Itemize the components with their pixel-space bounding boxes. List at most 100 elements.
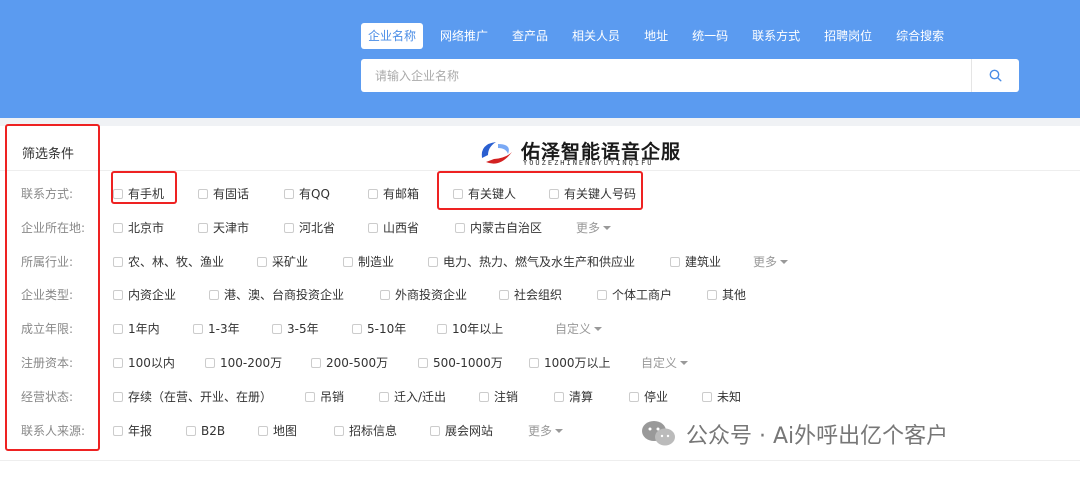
filter-option[interactable]: 未知 — [702, 387, 741, 407]
search-input[interactable] — [361, 59, 971, 92]
checkbox[interactable] — [380, 290, 390, 300]
filter-option[interactable]: 3-5年 — [272, 319, 319, 339]
more-dropdown[interactable]: 更多 — [528, 421, 564, 441]
checkbox[interactable] — [554, 392, 564, 402]
checkbox[interactable] — [334, 426, 344, 436]
filter-option[interactable]: 5-10年 — [352, 319, 406, 339]
filter-option[interactable]: 其他 — [707, 285, 746, 305]
checkbox[interactable] — [284, 189, 294, 199]
filter-option[interactable]: 内资企业 — [113, 285, 176, 305]
filter-option[interactable]: 清算 — [554, 387, 593, 407]
checkbox[interactable] — [343, 257, 353, 267]
filter-option[interactable]: 电力、热力、燃气及水生产和供应业 — [428, 252, 635, 272]
filter-option[interactable]: 内蒙古自治区 — [455, 218, 542, 238]
tab-6[interactable]: 联系方式 — [745, 23, 807, 49]
filter-option[interactable]: 10年以上 — [437, 319, 503, 339]
filter-option[interactable]: 1-3年 — [193, 319, 240, 339]
filter-option[interactable]: 建筑业 — [670, 252, 721, 272]
filter-option[interactable]: 年报 — [113, 421, 152, 441]
checkbox[interactable] — [597, 290, 607, 300]
checkbox[interactable] — [707, 290, 717, 300]
filter-option[interactable]: B2B — [186, 421, 225, 441]
filter-option[interactable]: 外商投资企业 — [380, 285, 467, 305]
checkbox[interactable] — [113, 223, 123, 233]
filter-option[interactable]: 采矿业 — [257, 252, 308, 272]
filter-option[interactable]: 港、澳、台商投资企业 — [209, 285, 344, 305]
checkbox[interactable] — [193, 324, 203, 334]
checkbox[interactable] — [455, 223, 465, 233]
filter-option[interactable]: 有固话 — [198, 184, 249, 204]
filter-option[interactable]: 有邮箱 — [368, 184, 419, 204]
filter-option[interactable]: 1000万以上 — [529, 353, 611, 373]
checkbox[interactable] — [209, 290, 219, 300]
checkbox[interactable] — [198, 223, 208, 233]
checkbox[interactable] — [368, 189, 378, 199]
filter-option[interactable]: 山西省 — [368, 218, 419, 238]
checkbox[interactable] — [629, 392, 639, 402]
filter-option[interactable]: 停业 — [629, 387, 668, 407]
tab-4[interactable]: 地址 — [637, 23, 675, 49]
filter-option[interactable]: 100-200万 — [205, 353, 282, 373]
tab-7[interactable]: 招聘岗位 — [817, 23, 879, 49]
filter-option[interactable]: 存续（在营、开业、在册） — [113, 387, 272, 407]
checkbox[interactable] — [437, 324, 447, 334]
checkbox[interactable] — [311, 358, 321, 368]
custom-dropdown[interactable]: 自定义 — [641, 353, 689, 373]
custom-dropdown[interactable]: 自定义 — [555, 319, 603, 339]
tab-2[interactable]: 查产品 — [505, 23, 555, 49]
filter-option[interactable]: 农、林、牧、渔业 — [113, 252, 224, 272]
tab-5[interactable]: 统一码 — [685, 23, 735, 49]
filter-option[interactable]: 个体工商户 — [597, 285, 672, 305]
tab-3[interactable]: 相关人员 — [565, 23, 627, 49]
checkbox[interactable] — [257, 257, 267, 267]
checkbox[interactable] — [258, 426, 268, 436]
filter-option[interactable]: 制造业 — [343, 252, 394, 272]
filter-option[interactable]: 招标信息 — [334, 421, 397, 441]
checkbox[interactable] — [529, 358, 539, 368]
checkbox[interactable] — [205, 358, 215, 368]
checkbox[interactable] — [418, 358, 428, 368]
checkbox[interactable] — [428, 257, 438, 267]
filter-option[interactable]: 1年内 — [113, 319, 160, 339]
tab-8[interactable]: 综合搜索 — [889, 23, 951, 49]
checkbox[interactable] — [284, 223, 294, 233]
checkbox[interactable] — [113, 257, 123, 267]
checkbox[interactable] — [352, 324, 362, 334]
checkbox[interactable] — [702, 392, 712, 402]
filter-option[interactable]: 社会组织 — [499, 285, 562, 305]
filter-option[interactable]: 迁入/迁出 — [379, 387, 446, 407]
tab-0[interactable]: 企业名称 — [361, 23, 424, 49]
checkbox[interactable] — [272, 324, 282, 334]
filter-option-label: 采矿业 — [272, 255, 309, 269]
checkbox[interactable] — [113, 392, 123, 402]
tab-1[interactable]: 网络推广 — [433, 23, 495, 49]
watermark-text: 公众号 · Ai外呼出亿个客户 — [686, 424, 949, 449]
checkbox[interactable] — [305, 392, 315, 402]
checkbox[interactable] — [186, 426, 196, 436]
checkbox[interactable] — [113, 290, 123, 300]
filter-option[interactable]: 吊销 — [305, 387, 344, 407]
filter-option[interactable]: 有QQ — [284, 184, 330, 204]
filter-option[interactable]: 展会网站 — [430, 421, 493, 441]
filter-option[interactable]: 天津市 — [198, 218, 249, 238]
checkbox[interactable] — [430, 426, 440, 436]
checkbox[interactable] — [670, 257, 680, 267]
checkbox[interactable] — [368, 223, 378, 233]
more-dropdown[interactable]: 更多 — [753, 252, 789, 272]
filter-option[interactable]: 北京市 — [113, 218, 164, 238]
filter-option[interactable]: 地图 — [258, 421, 297, 441]
checkbox[interactable] — [113, 358, 123, 368]
checkbox[interactable] — [198, 189, 208, 199]
filter-option[interactable]: 500-1000万 — [418, 353, 503, 373]
checkbox[interactable] — [113, 426, 123, 436]
more-dropdown[interactable]: 更多 — [576, 218, 612, 238]
checkbox[interactable] — [113, 324, 123, 334]
checkbox[interactable] — [499, 290, 509, 300]
filter-option[interactable]: 河北省 — [284, 218, 335, 238]
filter-option[interactable]: 200-500万 — [311, 353, 388, 373]
search-button[interactable] — [971, 59, 1019, 92]
checkbox[interactable] — [479, 392, 489, 402]
filter-option[interactable]: 100以内 — [113, 353, 175, 373]
filter-option[interactable]: 注销 — [479, 387, 518, 407]
checkbox[interactable] — [379, 392, 389, 402]
